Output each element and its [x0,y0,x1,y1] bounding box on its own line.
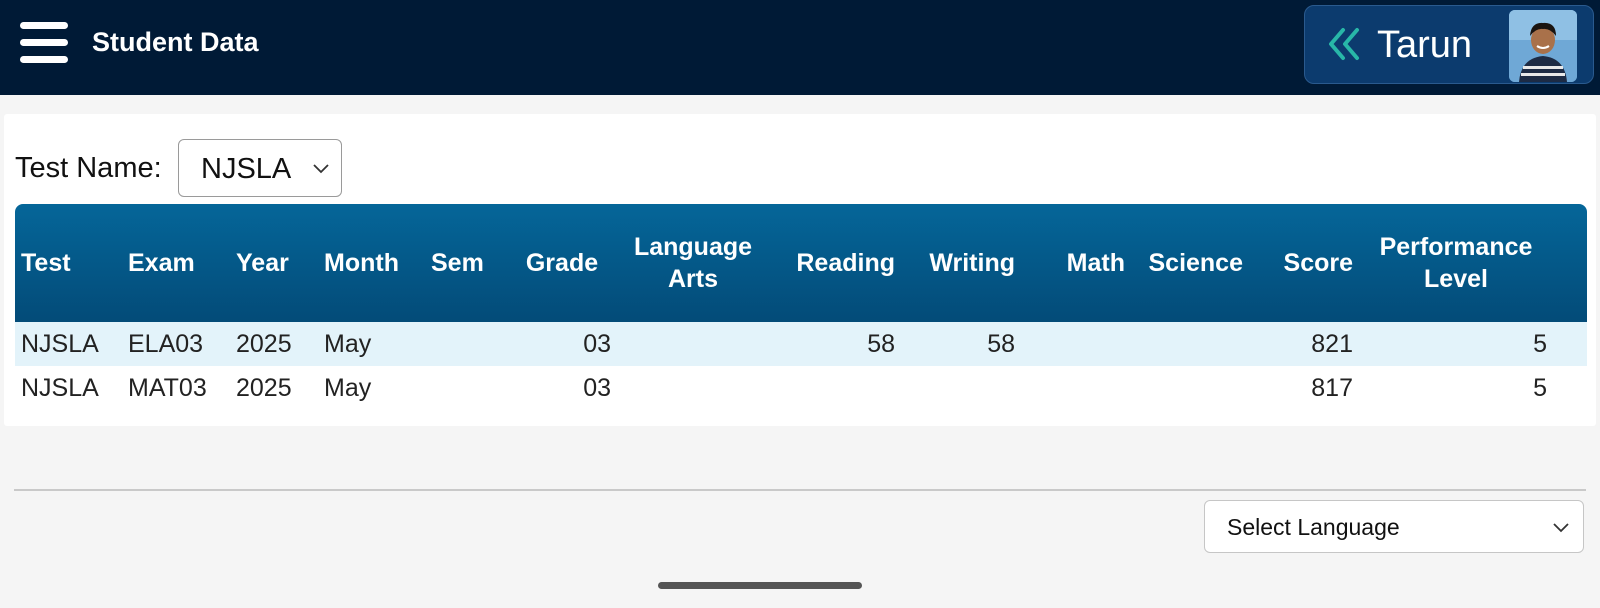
table-cell: 821 [1311,329,1353,358]
column-header[interactable]: Writing [901,204,1021,322]
table-cell: 03 [583,329,611,358]
column-header[interactable]: Test [15,204,122,322]
table-cell: ELA03 [128,329,204,358]
table-cell [901,366,1021,404]
table-cell [769,366,901,404]
chevron-down-icon [1553,523,1569,533]
table-cell [617,322,769,366]
user-photo [1509,10,1577,82]
table-cell: 817 [1311,373,1353,402]
column-header[interactable]: Language Arts [617,204,769,322]
top-bar: Student Data Tarun [0,0,1600,95]
table-cell: 58 [867,329,895,358]
table-cell: 03 [583,373,611,402]
column-header[interactable]: Score [1249,204,1359,322]
column-header[interactable]: Math [1021,204,1131,322]
language-select-value: Select Language [1227,514,1400,540]
table-cell: 58 [987,329,1015,358]
double-chevron-left-icon [1329,28,1359,60]
chevron-down-icon [313,164,329,174]
user-name: Tarun [1377,24,1473,66]
column-header[interactable]: Year [230,204,318,322]
column-header[interactable]: Performance Level [1359,204,1587,322]
table-row: NJSLA ELA03 2025 May 03 58 58 821 5 [15,322,1587,366]
column-header[interactable]: Reading [769,204,901,322]
table-row: NJSLA MAT03 2025 May 03 817 5 [15,366,1587,404]
table-cell [1131,322,1249,366]
hamburger-menu-icon[interactable] [20,22,70,66]
column-header[interactable]: Exam [122,204,230,322]
column-header[interactable]: Sem [425,204,507,322]
table-cell: 2025 [236,373,292,402]
table-cell: 5 [1533,329,1547,358]
table-cell: 5 [1533,373,1547,402]
table-cell [617,366,769,404]
table-cell [425,322,507,366]
column-header[interactable]: Month [318,204,425,322]
table-cell: NJSLA [21,373,99,402]
language-select[interactable]: Select Language [1204,500,1584,553]
user-profile-button[interactable]: Tarun [1304,5,1594,84]
table-header-row: Test Exam Year Month Sem Grade Language … [15,204,1587,322]
avatar [1509,10,1577,82]
test-name-value: NJSLA [201,153,292,185]
results-table: Test Exam Year Month Sem Grade Language … [15,204,1587,404]
table-cell: 2025 [236,329,292,358]
table-cell [425,366,507,404]
column-header[interactable]: Science [1131,204,1249,322]
table-cell [1021,322,1131,366]
student-data-card: Test Name: NJSLA Test Exam Year Month Se… [4,114,1596,426]
page-title: Student Data [92,27,259,57]
table-cell: MAT03 [128,373,207,402]
table-cell: NJSLA [21,329,99,358]
divider [14,489,1586,491]
home-indicator[interactable] [658,582,862,589]
column-header[interactable]: Grade [507,204,617,322]
test-name-select[interactable]: NJSLA [178,139,342,197]
table-cell [1021,366,1131,404]
table-cell [1131,366,1249,404]
test-name-label: Test Name: [15,152,162,184]
table-cell: May [324,329,372,358]
table-cell: May [324,373,372,402]
